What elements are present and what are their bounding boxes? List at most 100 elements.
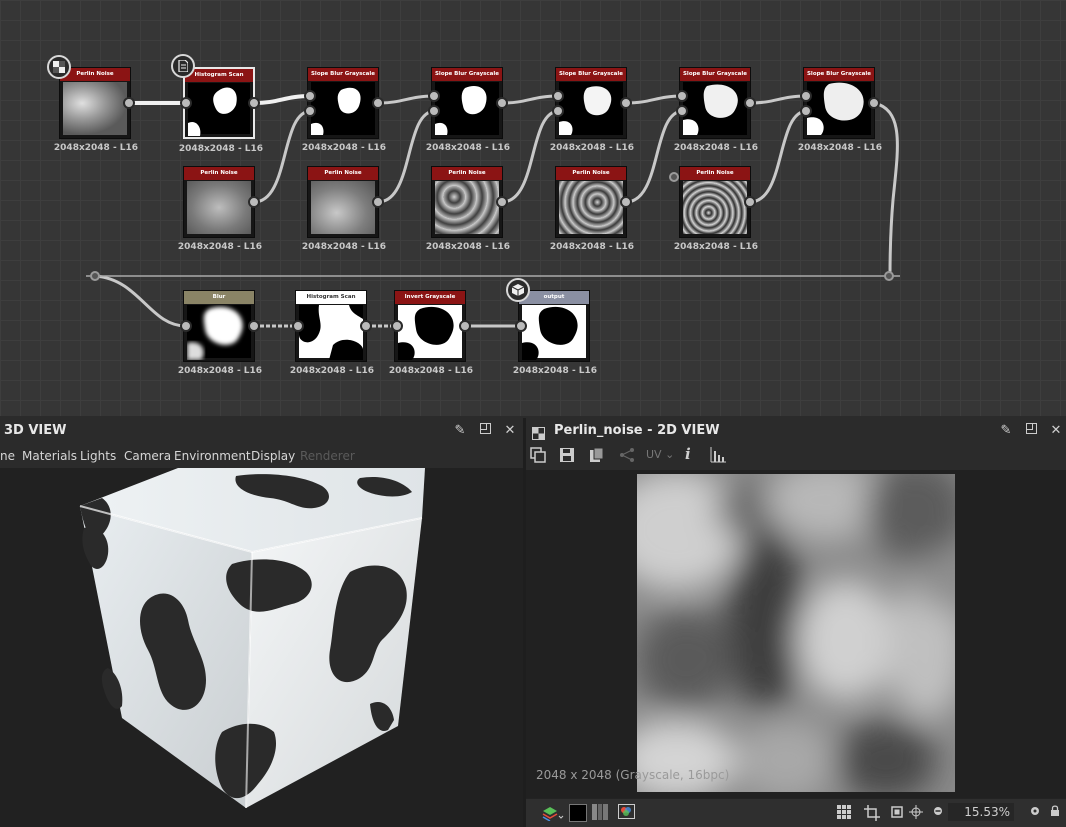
zoom-field[interactable]: 15.53%	[948, 803, 1014, 821]
input-port[interactable]	[391, 320, 403, 332]
close-icon[interactable]: ✕	[502, 423, 518, 439]
close-icon[interactable]: ✕	[1048, 423, 1064, 439]
node-perlin-noise-4[interactable]: Perlin Noise 2048x2048 - L16	[550, 166, 634, 252]
node-perlin-noise-5[interactable]: Perlin Noise 2048x2048 - L16	[674, 166, 758, 252]
uv-dropdown-label: UV	[646, 448, 662, 461]
save-icon[interactable]	[559, 447, 575, 467]
node-thumbnail	[522, 305, 586, 360]
output-port[interactable]	[496, 196, 508, 208]
node-output[interactable]: output 2048x2048 - L16	[513, 290, 597, 376]
node-invert-grayscale[interactable]: Invert Grayscale 2048x2048 - L16	[389, 290, 473, 376]
viewport-2d[interactable]: 2048 x 2048 (Grayscale, 16bpc)	[526, 470, 1066, 812]
input-port[interactable]	[676, 90, 688, 102]
input-port[interactable]	[180, 320, 192, 332]
node-perlin-noise-2[interactable]: Perlin Noise 2048x2048 - L16	[302, 166, 386, 252]
output-port[interactable]	[496, 97, 508, 109]
menu-lights[interactable]: Lights	[80, 449, 116, 463]
input-port[interactable]	[552, 90, 564, 102]
menu-camera[interactable]: Camera	[124, 449, 171, 463]
menu-display[interactable]: Display	[251, 449, 295, 463]
node-thumbnail	[559, 181, 623, 234]
node-slope-blur-4[interactable]: Slope Blur Grayscale 2048x2048 - L16	[674, 67, 758, 153]
node-histogram-scan[interactable]: Histogram Scan 2048x2048 - L16	[179, 67, 263, 154]
output-port[interactable]	[459, 320, 471, 332]
pan-icon[interactable]	[909, 805, 923, 824]
output-port[interactable]	[744, 196, 756, 208]
layers-icon[interactable]	[542, 805, 564, 826]
menu-environment[interactable]: Environment	[174, 449, 251, 463]
node-blur[interactable]: Blur 2048x2048 - L16	[178, 290, 262, 376]
node-histogram-scan-2[interactable]: Histogram Scan 2048x2048 - L16	[290, 290, 374, 376]
node-title: Slope Blur Grayscale	[804, 68, 874, 81]
input-port[interactable]	[676, 105, 688, 117]
lock-icon[interactable]	[1050, 805, 1060, 822]
uv-dropdown[interactable]: UV ⌄	[646, 448, 674, 461]
node-thumbnail	[435, 82, 499, 135]
node-slope-blur-1[interactable]: Slope Blur Grayscale 2048x2048 - L16	[302, 67, 386, 153]
output-port[interactable]	[620, 196, 632, 208]
node-thumbnail	[187, 181, 251, 234]
node-resolution: 2048x2048 - L16	[53, 143, 139, 153]
output-port[interactable]	[248, 196, 260, 208]
input-port[interactable]	[304, 90, 316, 102]
input-port[interactable]	[800, 90, 812, 102]
pin-icon[interactable]: ✎	[998, 423, 1014, 439]
reroute-dot[interactable]	[90, 271, 100, 281]
node-perlin-noise[interactable]: Perlin Noise 2048x2048 - L16	[54, 67, 138, 153]
settings-icon[interactable]	[1030, 805, 1040, 821]
node-slope-blur-5[interactable]: Slope Blur Grayscale 2048x2048 - L16	[798, 67, 882, 153]
output-port[interactable]	[868, 97, 880, 109]
maximize-icon[interactable]	[477, 423, 493, 439]
menu-renderer[interactable]: Renderer	[300, 449, 355, 463]
input-port[interactable]	[800, 105, 812, 117]
histogram-icon[interactable]	[710, 447, 726, 467]
info-icon[interactable]: i	[685, 445, 691, 463]
output-port[interactable]	[620, 97, 632, 109]
maximize-icon[interactable]	[1023, 423, 1039, 439]
grid-icon[interactable]	[837, 805, 851, 824]
node-perlin-noise-3[interactable]: Perlin Noise 2048x2048 - L16	[426, 166, 510, 252]
node-thumbnail	[311, 181, 375, 234]
black-swatch[interactable]	[569, 804, 587, 822]
node-thumbnail	[63, 82, 127, 135]
node-thumbnail	[435, 181, 499, 234]
node-perlin-noise-1[interactable]: Perlin Noise 2048x2048 - L16	[178, 166, 262, 252]
fit-icon[interactable]	[890, 805, 904, 824]
node-slope-blur-2[interactable]: Slope Blur Grayscale 2048x2048 - L16	[426, 67, 510, 153]
output-port[interactable]	[744, 97, 756, 109]
output-port[interactable]	[248, 320, 260, 332]
clipboard-icon[interactable]	[588, 447, 604, 467]
menu-materials[interactable]: Materials	[22, 449, 77, 463]
crop-icon[interactable]	[864, 805, 880, 826]
viewport-3d[interactable]	[0, 468, 523, 827]
input-port[interactable]	[180, 97, 192, 109]
zoom-out-icon[interactable]	[933, 805, 943, 821]
input-port[interactable]	[515, 320, 527, 332]
node-title: Invert Grayscale	[395, 291, 465, 304]
output-port[interactable]	[372, 196, 384, 208]
menu-scene[interactable]: ne	[0, 449, 15, 463]
document-icon	[171, 54, 195, 78]
output-port[interactable]	[372, 97, 384, 109]
input-port[interactable]	[428, 105, 440, 117]
copy-view-icon[interactable]	[530, 447, 546, 467]
output-port[interactable]	[248, 97, 260, 109]
pin-icon[interactable]: ✎	[452, 423, 468, 439]
node-graph[interactable]: Perlin Noise 2048x2048 - L16 Histogram S…	[0, 0, 1066, 416]
output-port[interactable]	[360, 320, 372, 332]
output-port[interactable]	[123, 97, 135, 109]
reroute-dot[interactable]	[669, 172, 679, 182]
share-icon[interactable]	[619, 447, 635, 467]
input-port[interactable]	[292, 320, 304, 332]
node-slope-blur-3[interactable]: Slope Blur Grayscale 2048x2048 - L16	[550, 67, 634, 153]
input-port[interactable]	[428, 90, 440, 102]
channels-icon[interactable]	[618, 804, 636, 825]
checker-icon	[47, 55, 71, 79]
node-thumbnail	[807, 82, 871, 135]
input-port[interactable]	[304, 105, 316, 117]
reroute-dot[interactable]	[884, 271, 894, 281]
node-title: Blur	[184, 291, 254, 304]
node-thumbnail	[559, 82, 623, 135]
input-port[interactable]	[552, 105, 564, 117]
grayscale-swatch[interactable]	[592, 804, 608, 825]
